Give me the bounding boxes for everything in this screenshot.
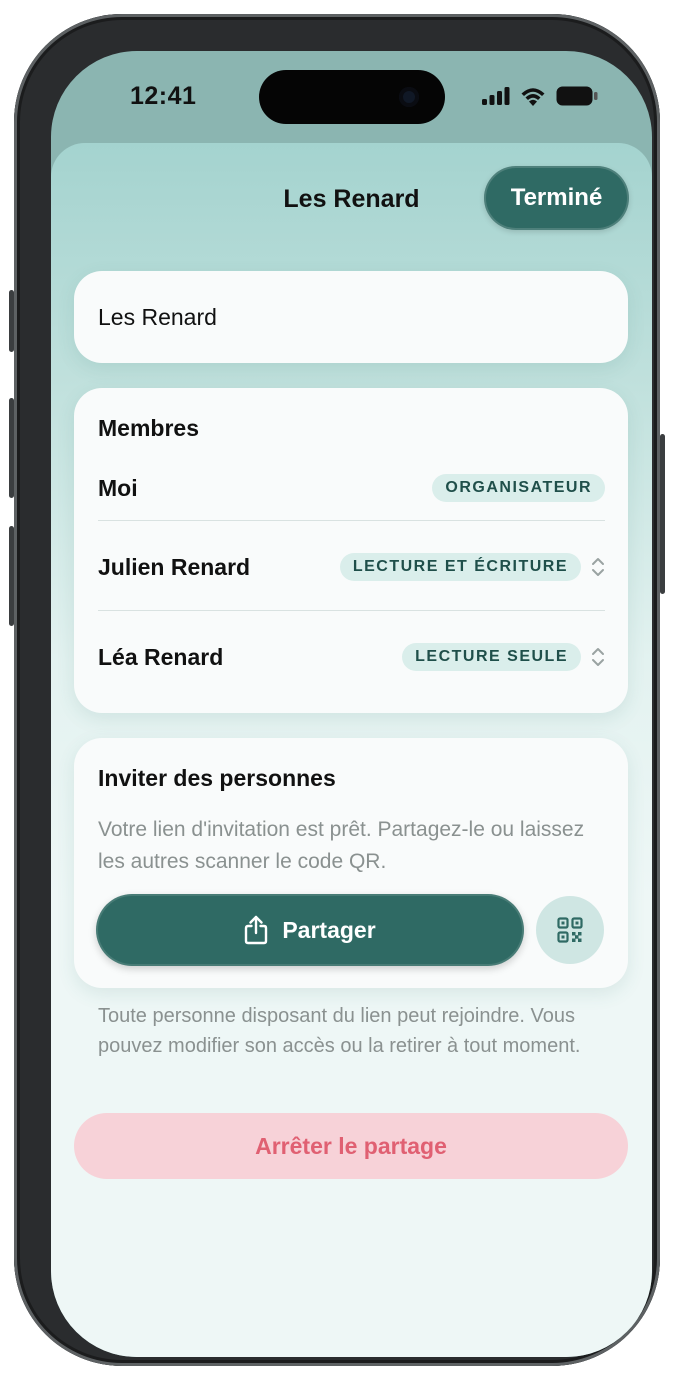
- chevron-up-down-icon[interactable]: [591, 556, 605, 578]
- status-bar: 12:41: [51, 51, 652, 143]
- share-button[interactable]: Partager: [96, 894, 524, 966]
- invite-description: Votre lien d'invitation est prêt. Partag…: [98, 818, 585, 873]
- share-icon: [245, 915, 268, 945]
- member-row-moi: Moi ORGANISATEUR: [98, 465, 605, 515]
- members-card: Membres Moi ORGANISATEUR Julien Renard L…: [74, 388, 628, 713]
- members-title: Membres: [98, 415, 199, 441]
- volume-up-button: [9, 398, 14, 498]
- phone-frame: 12:41 Les Renard Terminé Les Renard Memb…: [9, 14, 665, 1366]
- done-button[interactable]: Terminé: [484, 166, 629, 230]
- volume-down-button: [9, 526, 14, 626]
- chevron-up-down-icon[interactable]: [591, 646, 605, 668]
- invite-card: Inviter des personnes Votre lien d'invit…: [74, 738, 628, 988]
- member-name: Julien Renard: [98, 554, 251, 580]
- sharing-footnote: Toute personne disposant du lien peut re…: [98, 1005, 581, 1057]
- camera-icon: [399, 87, 419, 107]
- status-time: 12:41: [130, 82, 197, 110]
- divider: [98, 610, 605, 611]
- member-name: Moi: [98, 475, 138, 501]
- role-selector[interactable]: LECTURE ET ÉCRITURE: [339, 553, 581, 581]
- signal-icon: [482, 87, 510, 105]
- power-button: [660, 434, 665, 594]
- group-name-value: Les Renard: [98, 304, 217, 330]
- member-row-lea[interactable]: Léa Renard LECTURE SEULE: [98, 633, 605, 683]
- action-button: [9, 290, 14, 352]
- group-name-field[interactable]: Les Renard: [74, 271, 628, 363]
- role-selector[interactable]: LECTURE SEULE: [402, 643, 581, 671]
- divider: [98, 520, 605, 521]
- share-label: Partager: [282, 916, 376, 943]
- qr-code-button[interactable]: [536, 896, 604, 964]
- screen: 12:41 Les Renard Terminé Les Renard Memb…: [51, 51, 652, 1357]
- status-icons: [482, 86, 598, 106]
- member-row-julien[interactable]: Julien Renard LECTURE ET ÉCRITURE: [98, 543, 605, 593]
- invite-title: Inviter des personnes: [98, 765, 336, 791]
- battery-icon: [556, 86, 598, 106]
- wifi-icon: [521, 87, 545, 106]
- role-badge: ORGANISATEUR: [432, 474, 605, 502]
- dynamic-island: [259, 70, 445, 124]
- qr-code-icon: [557, 917, 583, 943]
- stop-sharing-button[interactable]: Arrêter le partage: [74, 1113, 628, 1179]
- member-name: Léa Renard: [98, 644, 224, 670]
- share-sheet: Les Renard Terminé Les Renard Membres Mo…: [51, 143, 652, 1357]
